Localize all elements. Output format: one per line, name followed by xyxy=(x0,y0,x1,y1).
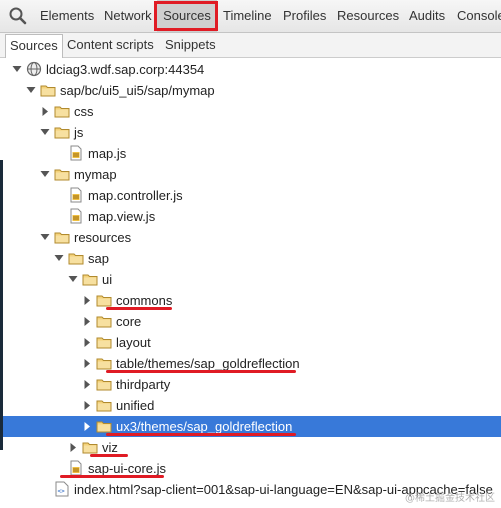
collapsed-arrow-icon[interactable] xyxy=(81,416,93,437)
tree-item-label: ui xyxy=(102,272,113,287)
subtab-snippets[interactable]: Snippets xyxy=(161,33,220,57)
svg-text:<>: <> xyxy=(58,488,66,495)
tree-row[interactable]: thirdparty xyxy=(0,374,501,395)
sources-subtabs: Sources Content scripts Snippets xyxy=(0,33,501,58)
tree-item-label: core xyxy=(116,314,142,329)
folder-icon xyxy=(96,418,112,434)
search-icon[interactable] xyxy=(6,5,30,27)
collapsed-arrow-icon[interactable] xyxy=(39,101,51,122)
tree-row[interactable]: map.js xyxy=(0,143,501,164)
tab-timeline[interactable]: Timeline xyxy=(223,0,277,32)
collapsed-arrow-icon[interactable] xyxy=(81,353,93,374)
folder-icon xyxy=(96,292,112,308)
js-file-icon xyxy=(68,187,84,203)
expanded-arrow-icon[interactable] xyxy=(39,122,51,143)
tab-audits[interactable]: Audits xyxy=(409,0,451,32)
tree-row[interactable]: ui xyxy=(0,269,501,290)
tree-row[interactable]: core xyxy=(0,311,501,332)
tree-item-label: commons xyxy=(116,293,173,308)
tree-item-label: ux3/themes/sap_goldreflection xyxy=(116,419,293,434)
subtab-sources[interactable]: Sources xyxy=(5,34,63,58)
expanded-arrow-icon[interactable] xyxy=(39,164,51,185)
tree-row[interactable]: ldciag3.wdf.sap.corp:44354 xyxy=(0,59,501,80)
tab-resources[interactable]: Resources xyxy=(337,0,401,32)
folder-icon xyxy=(96,334,112,350)
html-file-icon: <> xyxy=(54,481,70,497)
collapsed-arrow-icon[interactable] xyxy=(81,311,93,332)
tree-item-label: thirdparty xyxy=(116,377,171,392)
tree-item-label: map.controller.js xyxy=(88,188,183,203)
folder-icon xyxy=(96,355,112,371)
tree-item-label: css xyxy=(74,104,94,119)
tree-item-label: resources xyxy=(74,230,132,245)
watermark: @稀土掘金技术社区 xyxy=(405,493,495,504)
collapsed-arrow-icon[interactable] xyxy=(81,332,93,353)
collapsed-arrow-icon[interactable] xyxy=(81,395,93,416)
collapsed-arrow-icon[interactable] xyxy=(67,437,79,458)
tab-sources[interactable]: Sources xyxy=(157,0,217,32)
expanded-arrow-icon[interactable] xyxy=(67,269,79,290)
expanded-arrow-icon[interactable] xyxy=(25,80,37,101)
expanded-arrow-icon[interactable] xyxy=(53,248,65,269)
tree-item-label: mymap xyxy=(74,167,117,182)
folder-icon xyxy=(96,376,112,392)
tree-row[interactable]: map.controller.js xyxy=(0,185,501,206)
tab-elements[interactable]: Elements xyxy=(40,0,96,32)
globe-icon xyxy=(26,61,42,77)
tree-row[interactable]: commons xyxy=(0,290,501,311)
expanded-arrow-icon[interactable] xyxy=(39,227,51,248)
tab-profiles[interactable]: Profiles xyxy=(283,0,331,32)
file-tree: ldciag3.wdf.sap.corp:44354 sap/bc/ui5_ui5… xyxy=(0,58,501,508)
collapsed-arrow-icon[interactable] xyxy=(81,374,93,395)
subtab-content-scripts[interactable]: Content scripts xyxy=(63,33,158,57)
tab-console[interactable]: Console xyxy=(457,0,501,32)
tree-row[interactable]: sap/bc/ui5_ui5/sap/mymap xyxy=(0,80,501,101)
tree-row[interactable]: map.view.js xyxy=(0,206,501,227)
tree-row[interactable]: layout xyxy=(0,332,501,353)
js-file-icon xyxy=(68,460,84,476)
tree-row[interactable]: sap xyxy=(0,248,501,269)
tree-item-label: js xyxy=(74,125,84,140)
tree-row[interactable]: js xyxy=(0,122,501,143)
tree-row[interactable]: table/themes/sap_goldreflection xyxy=(0,353,501,374)
tree-item-label: sap-ui-core.js xyxy=(88,461,167,476)
folder-icon xyxy=(54,166,70,182)
tab-network[interactable]: Network xyxy=(104,0,158,32)
tree-item-label: viz xyxy=(102,440,118,455)
tree-row[interactable]: resources xyxy=(0,227,501,248)
tree-row[interactable]: sap-ui-core.js xyxy=(0,458,501,479)
tree-item-label: layout xyxy=(116,335,151,350)
js-file-icon xyxy=(68,208,84,224)
tree-item-label: ldciag3.wdf.sap.corp:44354 xyxy=(46,62,205,77)
folder-icon xyxy=(96,397,112,413)
tree-row[interactable]: css xyxy=(0,101,501,122)
devtools-toolbar: Elements Network Sources Timeline Profil… xyxy=(0,0,501,33)
tree-item-label: unified xyxy=(116,398,155,413)
window-edge xyxy=(0,160,3,450)
js-file-icon xyxy=(68,145,84,161)
folder-icon xyxy=(54,103,70,119)
folder-icon xyxy=(96,313,112,329)
tree-row[interactable]: unified xyxy=(0,395,501,416)
folder-icon xyxy=(54,229,70,245)
tree-item-label: sap/bc/ui5_ui5/sap/mymap xyxy=(60,83,215,98)
folder-icon xyxy=(82,439,98,455)
tree-item-label: map.js xyxy=(88,146,127,161)
tree-row[interactable]: ux3/themes/sap_goldreflection xyxy=(0,416,501,437)
tree-row[interactable]: mymap xyxy=(0,164,501,185)
collapsed-arrow-icon[interactable] xyxy=(81,290,93,311)
expanded-arrow-icon[interactable] xyxy=(11,59,23,80)
folder-icon xyxy=(40,82,56,98)
tree-item-label: map.view.js xyxy=(88,209,156,224)
tree-item-label: table/themes/sap_goldreflection xyxy=(116,356,300,371)
folder-icon xyxy=(82,271,98,287)
tree-item-label: sap xyxy=(88,251,109,266)
folder-icon xyxy=(68,250,84,266)
folder-icon xyxy=(54,124,70,140)
tree-row[interactable]: viz xyxy=(0,437,501,458)
